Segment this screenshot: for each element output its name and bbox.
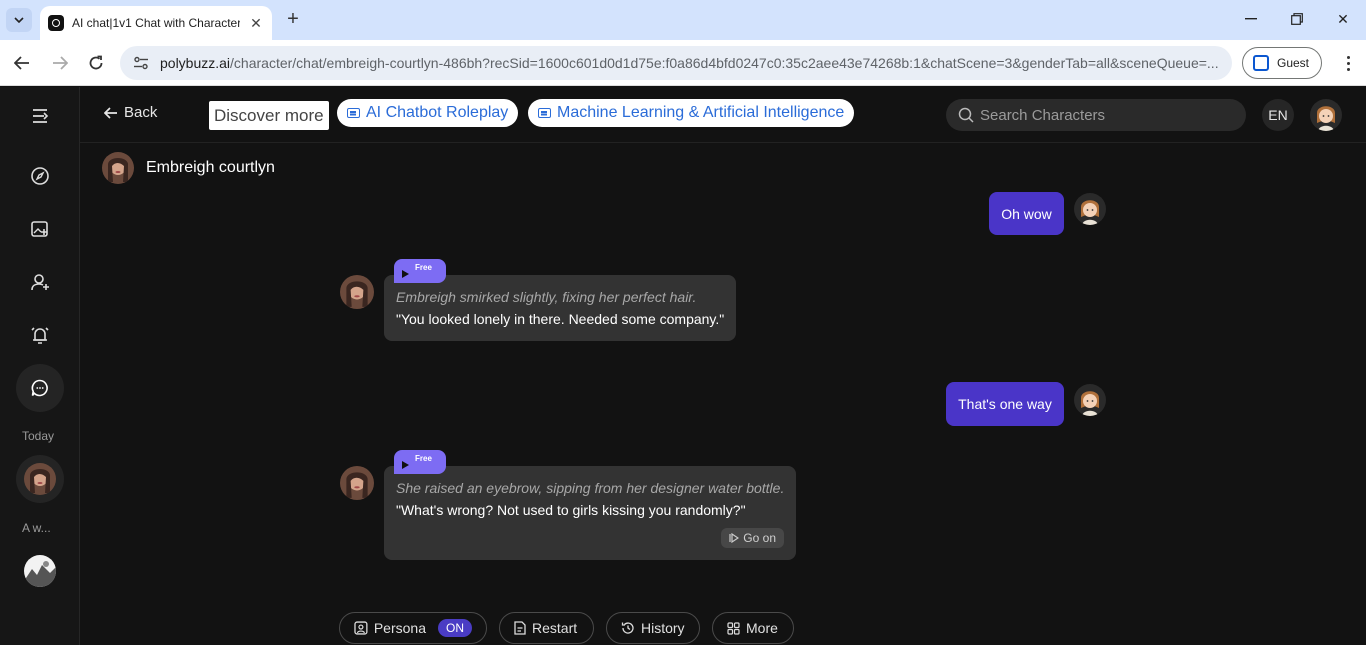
character-header: Embreigh courtlyn bbox=[102, 152, 275, 184]
user-avatar bbox=[1074, 384, 1106, 416]
character-avatar[interactable] bbox=[340, 275, 374, 309]
avatar bbox=[24, 463, 56, 495]
play-icon bbox=[402, 461, 409, 469]
url-text: polybuzz.ai/character/chat/embreigh-cour… bbox=[160, 55, 1220, 71]
url-path: /character/chat/embreigh-courtlyn-486bh?… bbox=[230, 55, 1219, 71]
continue-icon bbox=[729, 533, 740, 543]
compass-icon[interactable] bbox=[20, 156, 60, 196]
sidebar-section-today: Today bbox=[22, 429, 55, 443]
chat-icon[interactable] bbox=[16, 364, 64, 412]
sidebar-section-earlier: A w... bbox=[22, 521, 51, 535]
grid-icon bbox=[727, 621, 740, 635]
user-avatar bbox=[1074, 193, 1106, 225]
message-speech-text: "You looked lonely in there. Needed some… bbox=[396, 311, 725, 327]
more-button[interactable]: More bbox=[712, 612, 794, 644]
menu-icon[interactable] bbox=[20, 96, 60, 136]
new-tab-button[interactable]: + bbox=[282, 8, 304, 30]
tab-search-button[interactable] bbox=[6, 8, 32, 32]
app-root: Today A w... Back Discover more AI Chatb… bbox=[0, 87, 1366, 645]
message-speech-text: "What's wrong? Not used to girls kissing… bbox=[396, 502, 746, 518]
persona-toggle-badge[interactable]: ON bbox=[438, 619, 472, 637]
user-avatar-button[interactable] bbox=[1310, 99, 1342, 131]
voice-play-button[interactable]: Free bbox=[394, 450, 446, 474]
character-avatar[interactable] bbox=[340, 466, 374, 500]
bot-message: She raised an eyebrow, sipping from her … bbox=[384, 466, 796, 560]
app-topbar: Back Discover more AI Chatbot Roleplay M… bbox=[80, 87, 1366, 143]
notification-bell-icon[interactable] bbox=[20, 315, 60, 355]
profile-icon bbox=[1253, 55, 1269, 71]
tab-title: AI chat|1v1 Chat with Character bbox=[72, 16, 240, 30]
persona-label: Persona bbox=[373, 620, 426, 636]
free-badge: Free bbox=[415, 263, 432, 272]
history-icon bbox=[621, 622, 634, 634]
profile-label: Guest bbox=[1277, 56, 1310, 70]
more-label: More bbox=[746, 620, 778, 636]
free-badge: Free bbox=[415, 454, 432, 463]
add-character-icon[interactable] bbox=[20, 262, 60, 302]
restart-icon bbox=[514, 621, 526, 635]
go-on-button[interactable]: Go on bbox=[721, 528, 784, 548]
message-action-text: She raised an eyebrow, sipping from her … bbox=[396, 480, 785, 496]
browser-tabbar: AI chat|1v1 Chat with Character ✕ + ✕ bbox=[0, 0, 1366, 40]
history-label: History bbox=[641, 620, 685, 636]
discover-more-button[interactable]: Discover more bbox=[209, 101, 329, 130]
restore-icon[interactable] bbox=[1286, 8, 1308, 30]
tag-chip[interactable]: AI Chatbot Roleplay bbox=[337, 99, 519, 127]
recent-chat-item[interactable] bbox=[16, 455, 64, 503]
recent-chat-item[interactable] bbox=[24, 555, 56, 587]
voice-play-button[interactable]: Free bbox=[394, 259, 446, 283]
back-arrow-icon bbox=[104, 106, 117, 119]
restart-label: Restart bbox=[532, 620, 578, 636]
address-bar[interactable]: polybuzz.ai/character/chat/embreigh-cour… bbox=[120, 46, 1232, 80]
character-avatar[interactable] bbox=[102, 152, 134, 184]
reload-icon[interactable] bbox=[84, 51, 108, 75]
site-info-icon[interactable] bbox=[132, 54, 150, 72]
user-message: Oh wow bbox=[989, 192, 1064, 235]
create-scene-icon[interactable] bbox=[20, 209, 60, 249]
forward-arrow-icon[interactable] bbox=[48, 51, 72, 75]
back-label: Back bbox=[124, 104, 158, 121]
back-arrow-icon[interactable] bbox=[10, 51, 34, 75]
close-tab-icon[interactable]: ✕ bbox=[248, 15, 264, 31]
character-name: Embreigh courtlyn bbox=[146, 159, 275, 176]
site-favicon-icon bbox=[48, 15, 64, 31]
search-input[interactable] bbox=[980, 106, 1230, 124]
search-icon bbox=[958, 107, 974, 123]
search-bar[interactable] bbox=[946, 99, 1246, 131]
chevron-down-icon bbox=[14, 17, 24, 23]
history-button[interactable]: History bbox=[606, 612, 700, 644]
persona-icon bbox=[354, 621, 368, 635]
sidebar: Today A w... bbox=[0, 87, 80, 645]
language-button[interactable]: EN bbox=[1262, 99, 1294, 131]
minimize-icon[interactable] bbox=[1240, 8, 1262, 30]
browser-toolbar: polybuzz.ai/character/chat/embreigh-cour… bbox=[0, 40, 1366, 86]
tag-chip-label: AI Chatbot Roleplay bbox=[366, 104, 509, 121]
url-host: polybuzz.ai bbox=[160, 55, 231, 71]
user-message: That's one way bbox=[946, 382, 1064, 426]
tag-chip-label: Machine Learning & Artificial Intelligen… bbox=[557, 104, 845, 121]
persona-button[interactable]: Persona ON bbox=[339, 612, 487, 644]
bot-message: Embreigh smirked slightly, fixing her pe… bbox=[384, 275, 736, 341]
close-window-icon[interactable]: ✕ bbox=[1332, 8, 1354, 30]
message-action-text: Embreigh smirked slightly, fixing her pe… bbox=[396, 289, 697, 305]
go-on-label: Go on bbox=[743, 531, 776, 545]
browser-tab[interactable]: AI chat|1v1 Chat with Character ✕ bbox=[40, 6, 272, 40]
tag-icon bbox=[538, 108, 551, 118]
tag-icon bbox=[347, 108, 360, 118]
tag-chip[interactable]: Machine Learning & Artificial Intelligen… bbox=[528, 99, 855, 127]
browser-menu-icon[interactable] bbox=[1338, 51, 1358, 75]
restart-button[interactable]: Restart bbox=[499, 612, 594, 644]
play-icon bbox=[402, 270, 409, 278]
back-button[interactable]: Back bbox=[104, 104, 157, 121]
profile-button[interactable]: Guest bbox=[1242, 47, 1322, 79]
